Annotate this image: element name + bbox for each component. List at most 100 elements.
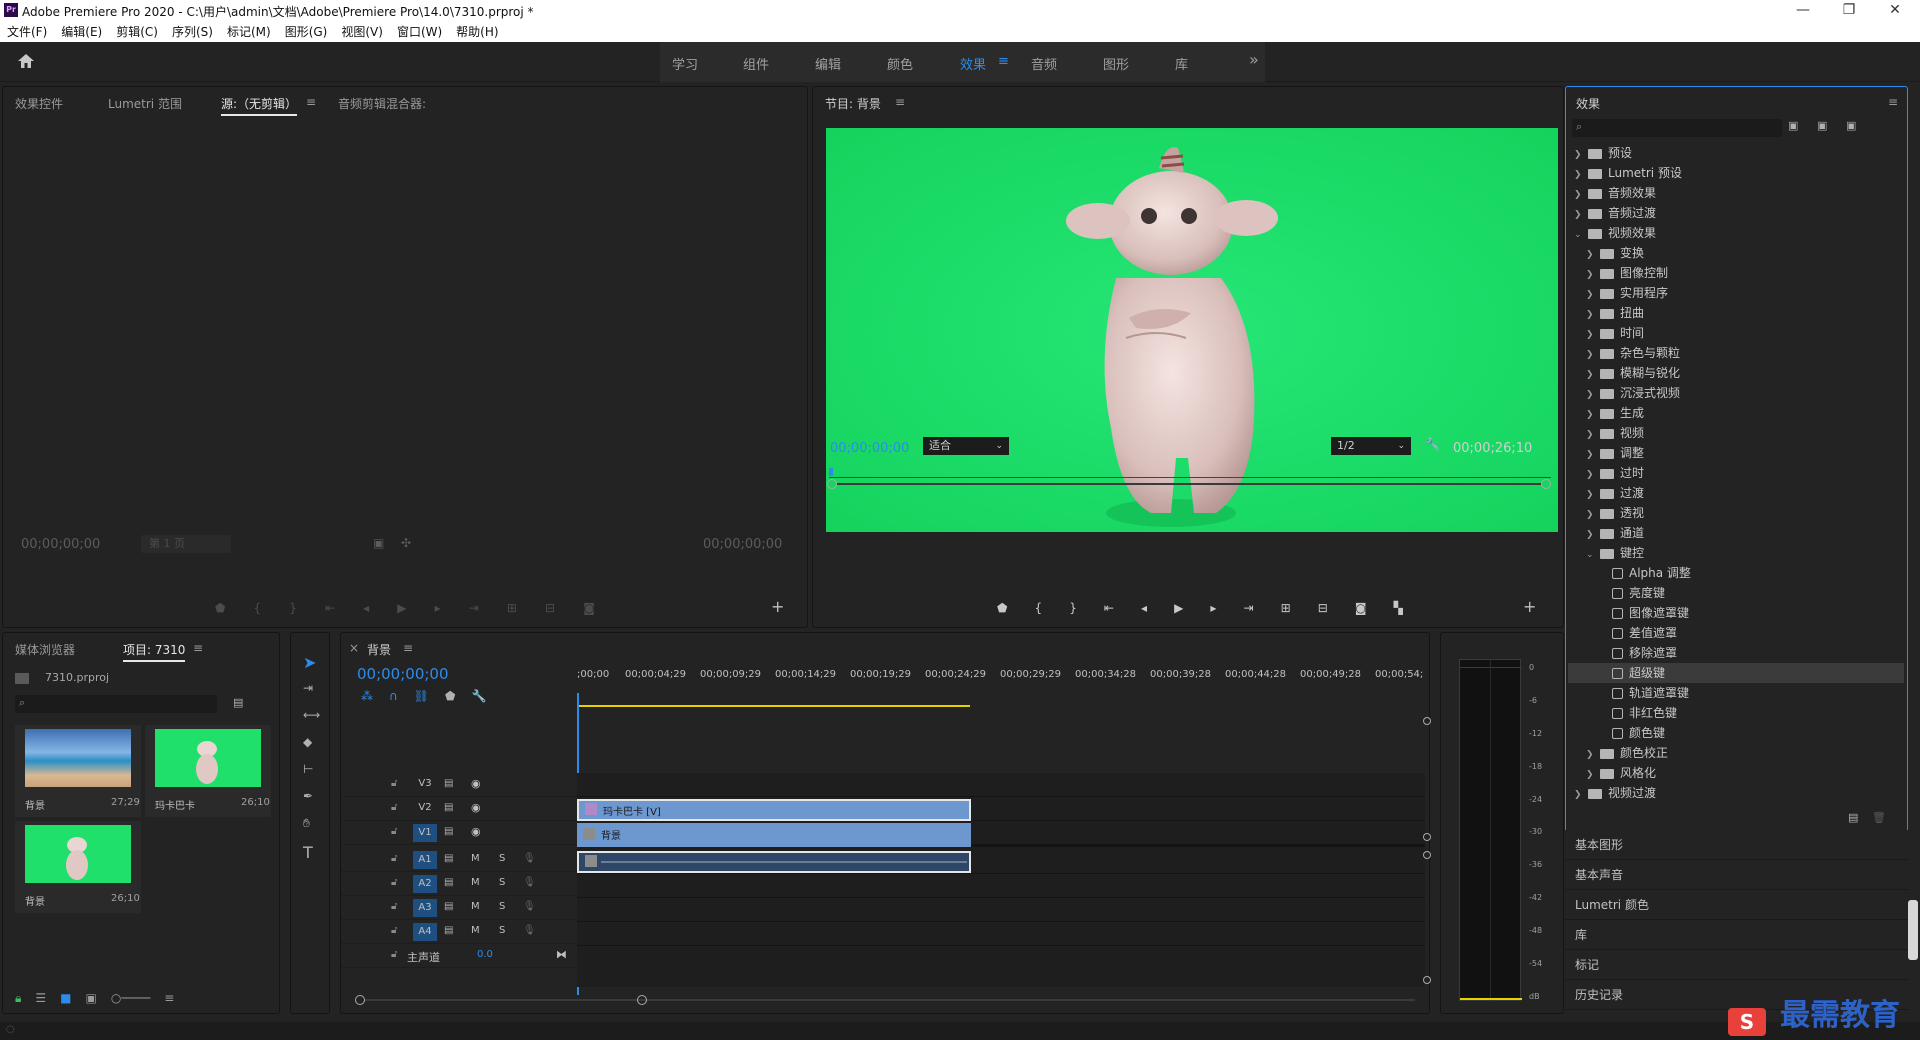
panel-essential-graphics[interactable]: 基本图形 — [1565, 830, 1908, 860]
tree-item-video-transitions[interactable]: ❯ 视频过渡 — [1568, 783, 1904, 803]
source-menu-icon[interactable]: ≡ — [306, 95, 316, 109]
go-to-in-icon[interactable]: ⇤ — [1104, 601, 1114, 615]
mic-icon[interactable]: 🎙︎ — [523, 877, 536, 888]
menu-clip[interactable]: 剪辑(C) — [109, 22, 165, 42]
video-clip-v2[interactable]: 玛卡巴卡 [V] — [577, 799, 971, 821]
audio-clip-a1[interactable] — [577, 851, 971, 873]
play-icon[interactable]: ▶ — [1174, 601, 1183, 615]
workspace-menu-icon[interactable]: ≡ — [998, 54, 1009, 69]
go-to-in-icon[interactable]: ⇤ — [325, 601, 335, 615]
project-item[interactable]: 玛卡巴卡 26;10 — [145, 725, 271, 817]
vscroll-top-handle[interactable] — [1423, 717, 1431, 725]
mute-button[interactable]: M — [471, 853, 480, 864]
tree-item-color-correction[interactable]: ❯ 颜色校正 — [1568, 743, 1904, 763]
add-button-icon[interactable]: + — [1523, 597, 1536, 616]
time-ruler[interactable]: ;00;00 00;00;04;29 00;00;09;29 00;00;14;… — [577, 665, 1427, 689]
end-marker-icon[interactable]: ⧓ — [556, 948, 567, 961]
tree-item-generate[interactable]: ❯ 生成 — [1568, 403, 1904, 423]
maximize-button[interactable]: ❐ — [1826, 0, 1872, 22]
go-to-out-icon[interactable]: ⇥ — [469, 601, 479, 615]
menu-window[interactable]: 窗口(W) — [390, 22, 449, 42]
work-area-bar[interactable] — [577, 705, 970, 707]
step-back-icon[interactable]: ◂ — [363, 601, 369, 615]
track-label[interactable]: A3 — [413, 899, 437, 917]
mark-in-icon[interactable]: { — [254, 601, 262, 615]
play-icon[interactable]: ▶ — [397, 601, 406, 615]
source-zoom-icon[interactable]: ▣ — [373, 536, 384, 550]
timeline-settings-icon[interactable]: 🔧 — [471, 689, 486, 703]
workspace-libraries-tab[interactable]: 库 — [1175, 54, 1188, 73]
tree-item-remove-matte[interactable]: 移除遮罩 — [1568, 643, 1904, 663]
tree-item-non-red-key[interactable]: 非红色键 — [1568, 703, 1904, 723]
tree-item-blur-sharpen[interactable]: ❯ 模糊与锐化 — [1568, 363, 1904, 383]
timeline-menu-icon[interactable]: ≡ — [403, 641, 413, 655]
new-bin-icon[interactable]: ▤ — [1848, 811, 1858, 824]
scrollbar-right-handle[interactable] — [1541, 479, 1551, 489]
sync-lock-icon[interactable]: ▤ — [444, 826, 453, 837]
compare-icon[interactable]: ▚ — [1394, 601, 1403, 615]
tree-item-obsolete[interactable]: ❯ 过时 — [1568, 463, 1904, 483]
icon-view-icon[interactable]: ■ — [60, 991, 71, 1006]
timeline-timecode[interactable]: 00;00;00;00 — [357, 665, 449, 683]
sequence-tab[interactable]: 背景 — [367, 641, 391, 658]
tree-item-time[interactable]: ❯ 时间 — [1568, 323, 1904, 343]
tab-source[interactable]: 源:（无剪辑） — [221, 95, 298, 116]
sync-lock-icon[interactable]: ▤ — [444, 802, 453, 813]
marker-icon[interactable]: ⬟ — [997, 601, 1007, 615]
effects-menu-icon[interactable]: ≡ — [1888, 95, 1898, 109]
lock-icon[interactable]: 🔓︎ — [391, 826, 397, 837]
mic-icon[interactable]: 🎙︎ — [523, 853, 536, 864]
sync-lock-icon[interactable]: ▤ — [444, 853, 453, 864]
solo-button[interactable]: S — [499, 925, 505, 936]
program-scrubber[interactable] — [829, 468, 1551, 480]
panel-lumetri-color[interactable]: Lumetri 颜色 — [1565, 890, 1908, 920]
track-label[interactable]: A1 — [413, 851, 437, 869]
menu-help[interactable]: 帮助(H) — [449, 22, 505, 42]
step-forward-icon[interactable]: ▸ — [435, 601, 441, 615]
menu-edit[interactable]: 编辑(E) — [54, 22, 109, 42]
lock-icon[interactable]: 🔒︎ — [15, 991, 21, 1006]
tree-item-perspective[interactable]: ❯ 透视 — [1568, 503, 1904, 523]
program-title[interactable]: 节目: 背景 — [825, 95, 881, 112]
panel-essential-sound[interactable]: 基本声音 — [1565, 860, 1908, 890]
resolution-select[interactable]: 1/2 ⌄ — [1331, 437, 1411, 455]
tree-item-track-matte-key[interactable]: 轨道遮罩键 — [1568, 683, 1904, 703]
tree-item-immersive-video[interactable]: ❯ 沉浸式视频 — [1568, 383, 1904, 403]
panel-libraries[interactable]: 库 — [1565, 920, 1908, 950]
menu-file[interactable]: 文件(F) — [0, 22, 54, 42]
menu-sequence[interactable]: 序列(S) — [165, 22, 220, 42]
lock-icon[interactable]: 🔓︎ — [391, 877, 397, 888]
lock-icon[interactable]: 🔓︎ — [391, 925, 397, 936]
program-timecode[interactable]: 00;00;00;00 — [830, 441, 909, 456]
vertical-scrollbar[interactable] — [1908, 900, 1918, 960]
tree-item-luma-key[interactable]: 亮度键 — [1568, 583, 1904, 603]
sync-lock-icon[interactable]: ▤ — [444, 778, 453, 789]
home-icon[interactable] — [16, 52, 36, 70]
solo-button[interactable]: S — [499, 877, 505, 888]
project-search-input[interactable]: ⌕ — [15, 695, 217, 713]
lock-icon[interactable]: 🔓︎ — [391, 802, 397, 813]
master-volume-value[interactable]: 0.0 — [477, 949, 493, 960]
tree-item-audio-effects[interactable]: ❯ 音频效果 — [1568, 183, 1904, 203]
sync-lock-icon[interactable]: ▤ — [444, 925, 453, 936]
track-select-tool-icon[interactable]: ⇥ — [303, 681, 313, 695]
mark-in-icon[interactable]: { — [1035, 601, 1043, 615]
slip-tool-icon[interactable]: ⊢ — [303, 762, 313, 776]
eye-icon[interactable]: ◉ — [471, 801, 481, 814]
tree-item-transform[interactable]: ❯ 变换 — [1568, 243, 1904, 263]
step-back-icon[interactable]: ◂ — [1141, 601, 1147, 615]
tree-item-difference-matte[interactable]: 差值遮罩 — [1568, 623, 1904, 643]
tree-item-adjust[interactable]: ❯ 调整 — [1568, 443, 1904, 463]
pen-tool-icon[interactable]: ✒ — [303, 789, 313, 803]
camera-icon[interactable]: ◙ — [583, 601, 595, 615]
type-tool-icon[interactable]: T — [303, 843, 313, 862]
project-menu-icon[interactable]: ≡ — [193, 641, 203, 655]
step-forward-icon[interactable]: ▸ — [1210, 601, 1216, 615]
freeform-view-icon[interactable]: ▣ — [86, 991, 97, 1006]
tree-item-channel[interactable]: ❯ 通道 — [1568, 523, 1904, 543]
nest-icon[interactable]: ⁂ — [361, 689, 373, 703]
eye-icon[interactable]: ◉ — [471, 825, 481, 838]
lift-icon[interactable]: ⊞ — [1281, 601, 1291, 615]
project-item[interactable]: 背景 27;29 — [15, 725, 141, 817]
marker-icon[interactable]: ⬟ — [215, 601, 225, 615]
